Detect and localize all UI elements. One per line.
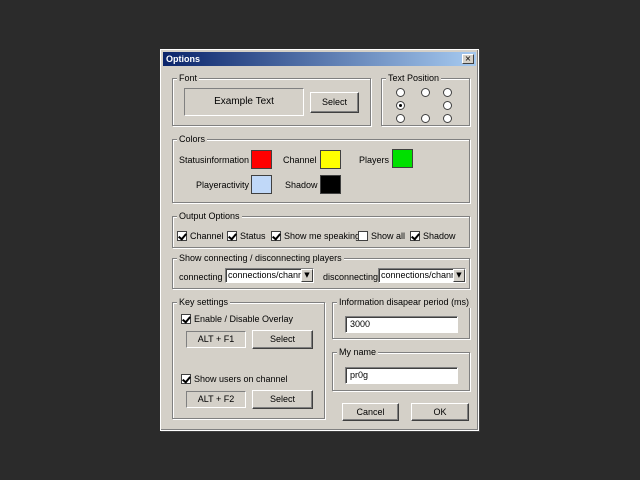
color-label-players: Players: [359, 155, 390, 165]
position-middle-left-radio[interactable]: [396, 101, 405, 110]
output-status-checkbox[interactable]: Status: [227, 231, 266, 242]
disconnecting-dropdown[interactable]: connections/channel ▼: [378, 268, 466, 283]
position-top-right-radio[interactable]: [443, 88, 452, 97]
color-label-shadow: Shadow: [285, 180, 318, 190]
options-dialog: Options × Font Example Text Select Text …: [160, 49, 479, 431]
cancel-button[interactable]: Cancel: [342, 403, 399, 421]
users-key-display: ALT + F2: [186, 391, 246, 408]
position-bottom-left-radio[interactable]: [396, 114, 405, 123]
color-label-channel: Channel: [283, 155, 317, 165]
checkbox-box[interactable]: [181, 314, 191, 324]
position-middle-right-radio[interactable]: [443, 101, 452, 110]
output-channel-label: Channel: [190, 231, 224, 241]
output-show-all-checkbox[interactable]: Show all: [358, 231, 405, 242]
connecting-label: connecting: [179, 272, 223, 282]
info-period-group: Information disapear period (ms) 3000: [332, 297, 472, 339]
output-show-me-speaking-checkbox[interactable]: Show me speaking: [271, 231, 360, 242]
users-key-text: ALT + F2: [197, 394, 235, 404]
color-swatch-channel[interactable]: [320, 150, 341, 169]
position-top-center-radio[interactable]: [421, 88, 430, 97]
color-swatch-shadow[interactable]: [320, 175, 341, 194]
checkbox-box[interactable]: [181, 374, 191, 384]
checkbox-box[interactable]: [271, 231, 281, 241]
close-button[interactable]: ×: [462, 54, 474, 64]
output-channel-checkbox[interactable]: Channel: [177, 231, 224, 242]
my-name-group-label: My name: [337, 347, 379, 358]
my-name-input[interactable]: pr0g: [345, 367, 458, 384]
info-period-input[interactable]: 3000: [345, 316, 458, 333]
enable-overlay-checkbox[interactable]: Enable / Disable Overlay: [181, 314, 293, 325]
key-settings-group-label: Key settings: [177, 297, 231, 308]
color-swatch-players[interactable]: [392, 149, 413, 168]
font-example-text: Example Text: [214, 96, 274, 107]
checkbox-box[interactable]: [177, 231, 187, 241]
disconnecting-label: disconnecting: [323, 272, 379, 282]
output-show-all-label: Show all: [371, 231, 406, 241]
overlay-key-display: ALT + F1: [186, 331, 246, 348]
title-bar[interactable]: Options ×: [163, 52, 476, 66]
colors-group: Colors Statusinformation Channel Players…: [172, 134, 470, 203]
font-group-label: Font: [177, 73, 200, 84]
my-name-group: My name pr0g: [332, 347, 470, 391]
dialog-title: Options: [166, 54, 200, 64]
output-options-group-label: Output Options: [177, 211, 242, 222]
key-settings-group: Key settings Enable / Disable Overlay AL…: [172, 297, 325, 419]
text-position-group-label: Text Position: [386, 73, 442, 84]
chevron-down-icon[interactable]: ▼: [453, 269, 465, 282]
ok-button[interactable]: OK: [411, 403, 469, 421]
show-users-label: Show users on channel: [194, 374, 288, 384]
position-bottom-center-radio[interactable]: [421, 114, 430, 123]
overlay-key-text: ALT + F1: [197, 334, 235, 344]
color-swatch-playeractivity[interactable]: [251, 175, 272, 194]
text-position-group: Text Position: [381, 73, 470, 126]
disconnecting-dropdown-value: connections/channel: [381, 270, 464, 280]
connecting-dropdown[interactable]: connections/channel ▼: [225, 268, 314, 283]
info-period-group-label: Information disapear period (ms): [337, 297, 472, 308]
color-label-playeractivity: Playeractivity: [196, 180, 250, 190]
output-shadow-checkbox[interactable]: Shadow: [410, 231, 456, 242]
checkbox-box[interactable]: [227, 231, 237, 241]
output-options-group: Output Options Channel Status Show me sp…: [172, 211, 470, 248]
output-shadow-label: Shadow: [423, 231, 456, 241]
position-top-left-radio[interactable]: [396, 88, 405, 97]
close-icon: ×: [464, 54, 472, 63]
show-users-checkbox[interactable]: Show users on channel: [181, 374, 288, 385]
colors-group-label: Colors: [177, 134, 208, 145]
users-key-select-button[interactable]: Select: [252, 390, 313, 409]
font-example-preview: Example Text: [184, 88, 304, 116]
overlay-key-select-button[interactable]: Select: [252, 330, 313, 349]
output-status-label: Status: [240, 231, 266, 241]
color-label-statusinformation: Statusinformation: [179, 155, 250, 165]
connecting-group: Show connecting / disconnecting players …: [172, 253, 470, 289]
connecting-dropdown-value: connections/channel: [228, 270, 311, 280]
enable-overlay-label: Enable / Disable Overlay: [194, 314, 294, 324]
connecting-group-label: Show connecting / disconnecting players: [177, 253, 344, 264]
color-swatch-statusinformation[interactable]: [251, 150, 272, 169]
checkbox-box[interactable]: [358, 231, 368, 241]
position-bottom-right-radio[interactable]: [443, 114, 452, 123]
font-select-button[interactable]: Select: [310, 92, 359, 113]
chevron-down-icon[interactable]: ▼: [301, 269, 313, 282]
output-show-me-speaking-label: Show me speaking: [284, 231, 361, 241]
font-group: Font Example Text Select: [172, 73, 371, 126]
checkbox-box[interactable]: [410, 231, 420, 241]
